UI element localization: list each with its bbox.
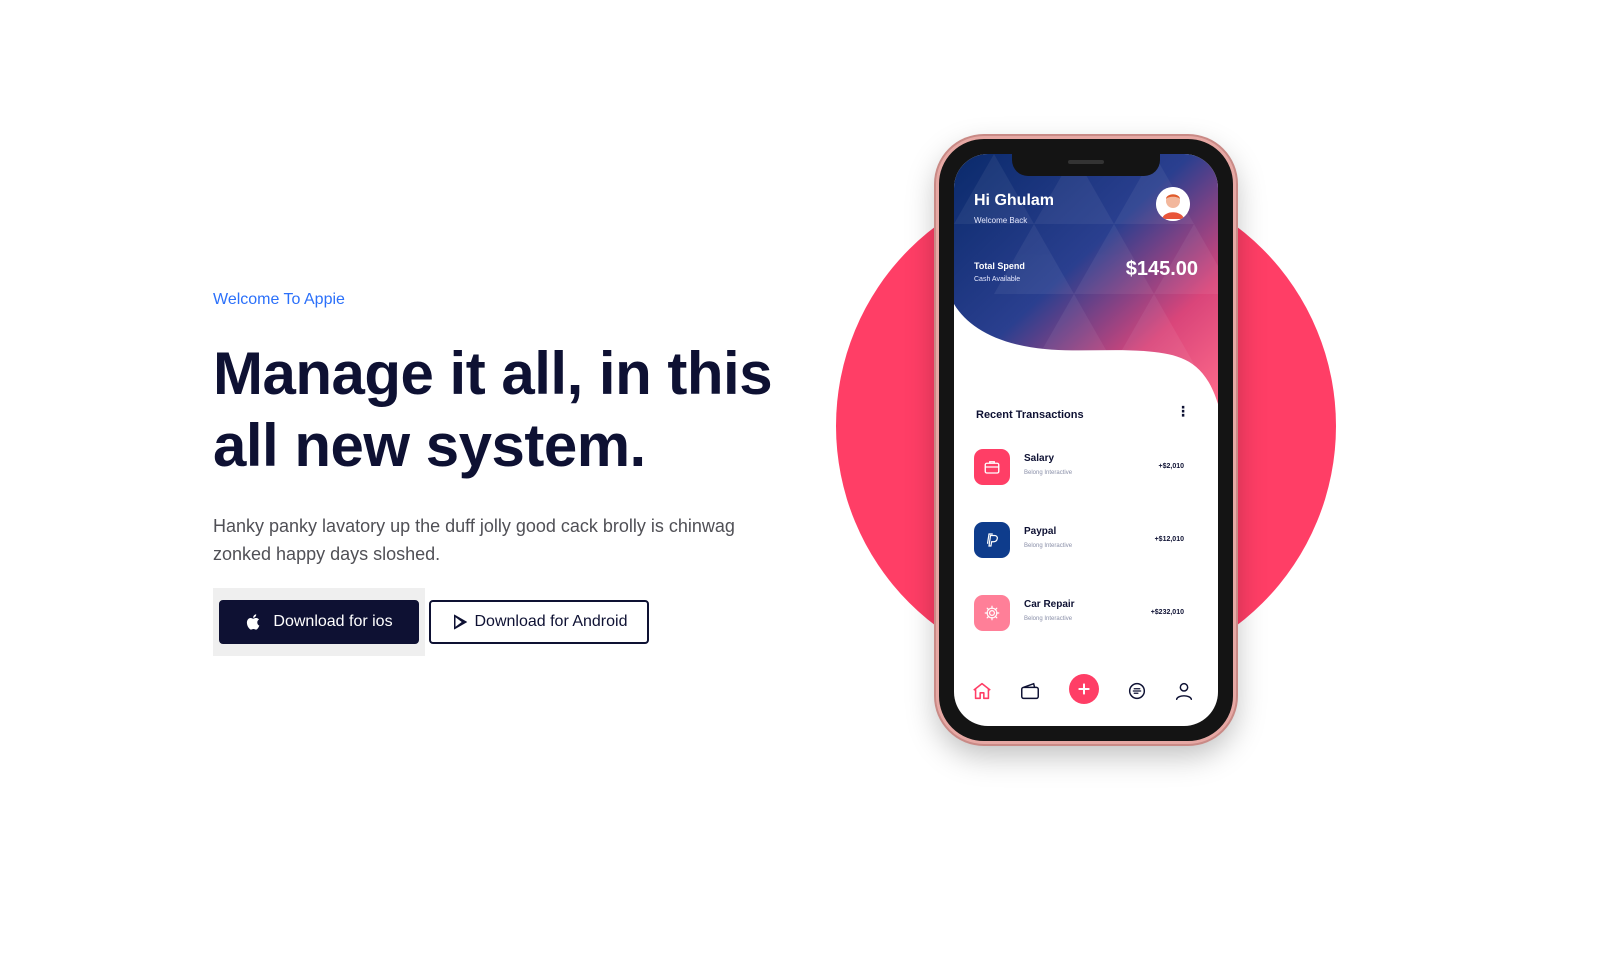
description-line-2: zonked happy days sloshed. [213, 544, 441, 564]
hero-headline: Manage it all, in this all new system. [213, 338, 773, 482]
headline-line-2: all new system. [213, 412, 646, 479]
greeting-title: Hi Ghulam [974, 192, 1055, 209]
avatar[interactable] [1156, 187, 1190, 221]
add-button[interactable] [1069, 674, 1099, 704]
add-icon [1078, 683, 1090, 695]
transaction-name: Paypal [1024, 526, 1057, 537]
paypal-icon [974, 522, 1010, 558]
apple-icon [245, 613, 263, 631]
greeting-subtitle: Welcome Back [974, 216, 1028, 225]
transaction-amount: +$2,010 [1158, 463, 1185, 470]
download-buttons: Download for ios Download for Android [213, 588, 773, 656]
user-icon[interactable] [1173, 680, 1195, 702]
transaction-name: Salary [1024, 453, 1055, 464]
transaction-amount: +$12,010 [1154, 536, 1184, 543]
home-icon[interactable] [971, 680, 993, 702]
google-play-icon [451, 613, 469, 631]
headline-line-1: Manage it all, in this [213, 340, 773, 407]
wallet-icon[interactable] [1019, 680, 1041, 702]
transaction-amount: +$232,010 [1150, 609, 1184, 616]
download-android-button[interactable]: Download for Android [429, 600, 649, 644]
download-ios-button[interactable]: Download for ios [219, 600, 419, 644]
transaction-name: Car Repair [1024, 599, 1075, 610]
phone-notch [1012, 154, 1160, 176]
recent-transactions-title: Recent Transactions [976, 409, 1084, 421]
download-ios-label: Download for ios [273, 613, 393, 630]
bottom-nav [954, 672, 1218, 712]
total-spend-label: Total Spend [974, 261, 1025, 271]
transaction-subtitle: Belong Interactive [1024, 543, 1073, 549]
download-android-label: Download for Android [474, 613, 628, 630]
gear-icon [974, 595, 1010, 631]
transaction-row[interactable]: Car Repair Belong Interactive +$232,010 [974, 595, 1198, 635]
hero-eyebrow: Welcome To Appie [213, 291, 345, 308]
hero-description: Hanky panky lavatory up the duff jolly g… [213, 512, 753, 568]
avatar-icon [1156, 187, 1190, 221]
transaction-subtitle: Belong Interactive [1024, 470, 1073, 476]
cash-available-label: Cash Available [974, 276, 1021, 283]
transaction-row[interactable]: Salary Belong Interactive +$2,010 [974, 449, 1198, 489]
total-spend-amount: $145.00 [1125, 258, 1198, 280]
description-line-1: Hanky panky lavatory up the duff jolly g… [213, 516, 735, 536]
hero-section: Welcome To Appie Manage it all, in this … [0, 0, 1600, 974]
phone-screen: Hi Ghulam Welcome Back Total Spend Cash … [954, 154, 1218, 726]
transaction-row[interactable]: Paypal Belong Interactive +$12,010 [974, 522, 1198, 562]
briefcase-icon [974, 449, 1010, 485]
phone-mockup: Hi Ghulam Welcome Back Total Spend Cash … [936, 136, 1236, 744]
chat-icon[interactable] [1126, 680, 1148, 702]
hero-content: Welcome To Appie Manage it all, in this … [213, 290, 773, 656]
more-options-icon[interactable]: ⋮ [1176, 404, 1190, 418]
transaction-subtitle: Belong Interactive [1024, 616, 1073, 622]
